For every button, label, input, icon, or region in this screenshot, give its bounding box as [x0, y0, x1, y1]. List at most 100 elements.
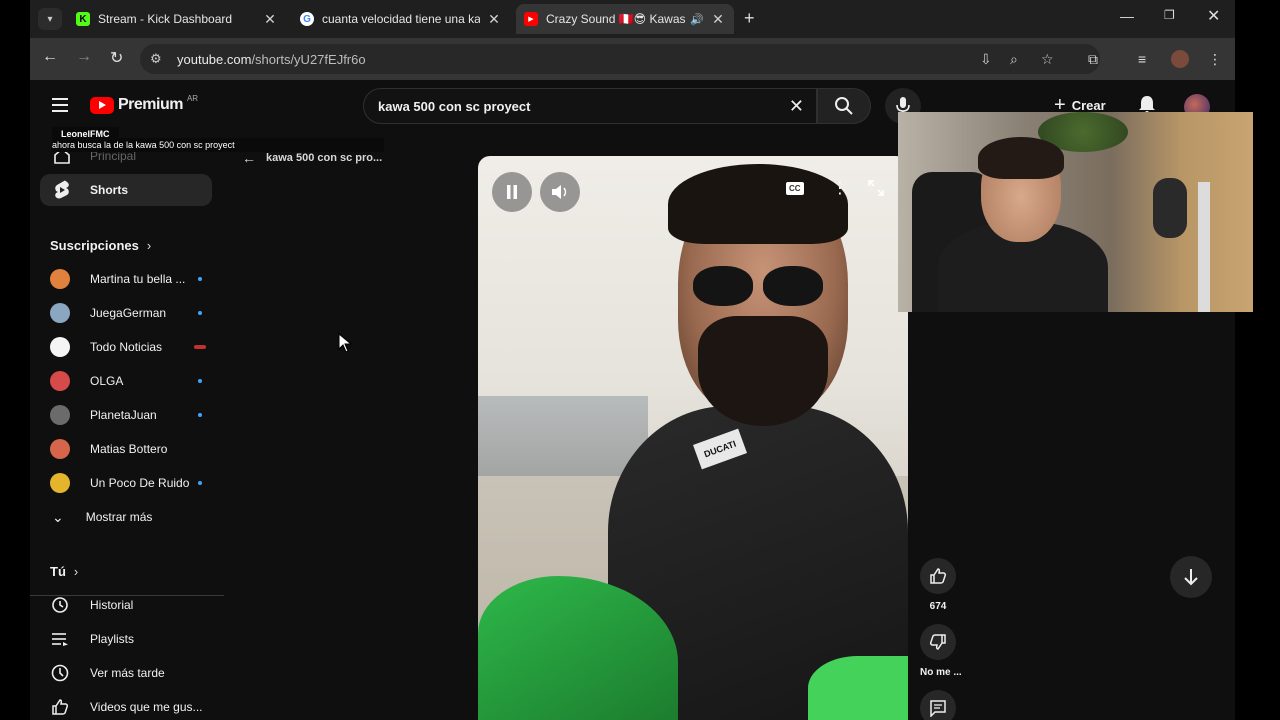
media-control-icon[interactable]: ≡ — [1138, 51, 1146, 67]
back-arrow-icon: ← — [242, 150, 256, 166]
search-query: kawa 500 con sc proyect — [378, 99, 531, 114]
sidebar-item-playlists[interactable]: Playlists — [40, 624, 212, 654]
new-content-dot — [198, 379, 202, 383]
captions-button[interactable]: CC — [786, 182, 804, 195]
subscription-item[interactable]: Todo Noticias — [40, 332, 212, 362]
sidebar-item-history[interactable]: Historial — [40, 590, 212, 620]
thumbs-up-icon — [930, 568, 947, 584]
shorts-video-player[interactable]: DUCATI CC ⋮ — [478, 156, 908, 720]
next-short-button[interactable] — [1170, 556, 1212, 598]
tab-search-button[interactable]: ▾ — [38, 8, 62, 30]
show-more-button[interactable]: ⌄ Mostrar más — [40, 502, 212, 532]
tab-youtube[interactable]: ▶ Crazy Sound 🇵🇪😎 Kawasa 🔊 ✕ — [516, 4, 734, 34]
show-more-label: Mostrar más — [85, 510, 153, 524]
comment-icon — [930, 700, 946, 717]
sidebar-item-label: Playlists — [90, 632, 135, 646]
clear-search-icon[interactable]: ✕ — [789, 96, 804, 117]
mouse-cursor-icon — [338, 332, 353, 358]
back-icon[interactable]: ← — [42, 48, 58, 66]
channel-avatar — [50, 405, 70, 425]
subscription-item[interactable]: OLGA — [40, 366, 212, 396]
sidebar-item-liked-videos[interactable]: Videos que me gus... — [40, 692, 212, 720]
subscription-item[interactable]: Matias Bottero — [40, 434, 212, 464]
subscription-item[interactable]: PlanetaJuan — [40, 400, 212, 430]
like-count: 674 — [929, 601, 947, 612]
history-icon — [50, 596, 70, 614]
restore-button[interactable]: ❐ — [1164, 8, 1175, 22]
video-person-hair — [668, 164, 848, 244]
minimize-button[interactable]: — — [1120, 8, 1134, 24]
tab-google[interactable]: G cuanta velocidad tiene una kaw ✕ — [292, 4, 510, 34]
arrow-down-icon — [1184, 569, 1198, 586]
new-tab-button[interactable]: + — [744, 8, 755, 29]
you-heading[interactable]: Tú › — [50, 564, 78, 579]
webcam-mic-stand — [1198, 182, 1210, 312]
close-icon[interactable]: ✕ — [486, 11, 502, 28]
comments-button[interactable] — [920, 690, 956, 720]
channel-avatar — [50, 337, 70, 357]
profile-avatar[interactable] — [1171, 50, 1189, 68]
sidebar-item-watch-later[interactable]: Ver más tarde — [40, 658, 212, 688]
menu-kebab-icon[interactable]: ⋮ — [1208, 51, 1222, 68]
liked-videos-icon — [50, 698, 70, 716]
you-heading-label: Tú — [50, 564, 66, 579]
webcam-overlay — [898, 112, 1253, 312]
audio-playing-icon[interactable]: 🔊 — [690, 13, 704, 26]
channel-name: PlanetaJuan — [90, 408, 157, 422]
dislike-action[interactable]: No me ... — [920, 624, 962, 678]
subscription-item[interactable]: Martina tu bella ... — [40, 264, 212, 294]
zoom-icon[interactable]: ⌕ — [1010, 51, 1018, 68]
channel-name: Un Poco De Ruido — [90, 476, 190, 490]
sidebar-item-shorts[interactable]: Shorts — [40, 174, 212, 206]
new-content-dot — [198, 311, 202, 315]
subscriptions-heading[interactable]: Suscripciones › — [50, 238, 151, 253]
reload-icon[interactable]: ↻ — [110, 48, 123, 68]
create-label: Crear — [1071, 97, 1106, 113]
search-button[interactable] — [817, 88, 871, 124]
live-indicator — [194, 345, 206, 349]
url-text: youtube.com/shorts/yU27fEJfr6o — [177, 52, 366, 67]
tab-title: cuanta velocidad tiene una kaw — [322, 12, 480, 26]
sidebar-item-label: Historial — [90, 598, 134, 612]
tab-title: Stream - Kick Dashboard — [98, 12, 233, 26]
watch-later-icon — [50, 664, 70, 682]
subscription-item[interactable]: JuegaGerman — [40, 298, 212, 328]
install-app-icon[interactable]: ⇩ — [980, 51, 992, 68]
site-info-icon[interactable]: ⚙ — [150, 51, 162, 67]
thumbs-down-icon — [929, 634, 946, 650]
subscription-item[interactable]: Un Poco De Ruido — [40, 468, 212, 498]
tab-kick[interactable]: K Stream - Kick Dashboard ✕ — [68, 4, 286, 34]
extensions-icon[interactable]: ⧉ — [1088, 51, 1098, 68]
back-to-search-button[interactable]: ← kawa 500 con sc pro... — [242, 150, 382, 166]
youtube-premium-logo[interactable]: Premium AR — [90, 94, 198, 114]
forward-icon[interactable]: → — [76, 48, 92, 66]
channel-avatar — [50, 439, 70, 459]
bookmark-star-icon[interactable]: ☆ — [1041, 51, 1054, 68]
shorts-icon — [50, 180, 74, 200]
tab-bar: ▾ K Stream - Kick Dashboard ✕ G cuanta v… — [30, 0, 1235, 38]
more-options-icon[interactable]: ⋮ — [832, 178, 848, 198]
chevron-down-icon: ⌄ — [52, 508, 64, 525]
comments-action[interactable] — [920, 690, 956, 720]
dislike-button[interactable] — [920, 624, 956, 660]
address-bar[interactable]: ⚙ youtube.com/shorts/yU27fEJfr6o ⇩ ⌕ ☆ — [140, 44, 1100, 74]
captions-icon: CC — [786, 182, 804, 195]
back-query-label: kawa 500 con sc pro... — [266, 152, 383, 164]
close-icon[interactable]: ✕ — [262, 11, 278, 28]
search-input[interactable]: kawa 500 con sc proyect ✕ — [363, 88, 817, 124]
volume-button[interactable] — [540, 172, 580, 212]
google-icon: G — [300, 12, 314, 26]
expand-icon — [868, 180, 884, 196]
fullscreen-button[interactable] — [868, 180, 884, 196]
new-content-dot — [198, 481, 202, 485]
hamburger-menu-icon[interactable] — [52, 98, 68, 116]
video-background-building — [478, 396, 648, 476]
close-icon[interactable]: ✕ — [710, 11, 726, 28]
sidebar-item-label: Shorts — [90, 183, 129, 197]
like-action[interactable]: 674 — [920, 558, 956, 612]
close-window-button[interactable]: ✕ — [1207, 6, 1220, 26]
like-button[interactable] — [920, 558, 956, 594]
chevron-right-icon: › — [146, 238, 152, 253]
pause-button[interactable] — [492, 172, 532, 212]
channel-avatar — [50, 473, 70, 493]
